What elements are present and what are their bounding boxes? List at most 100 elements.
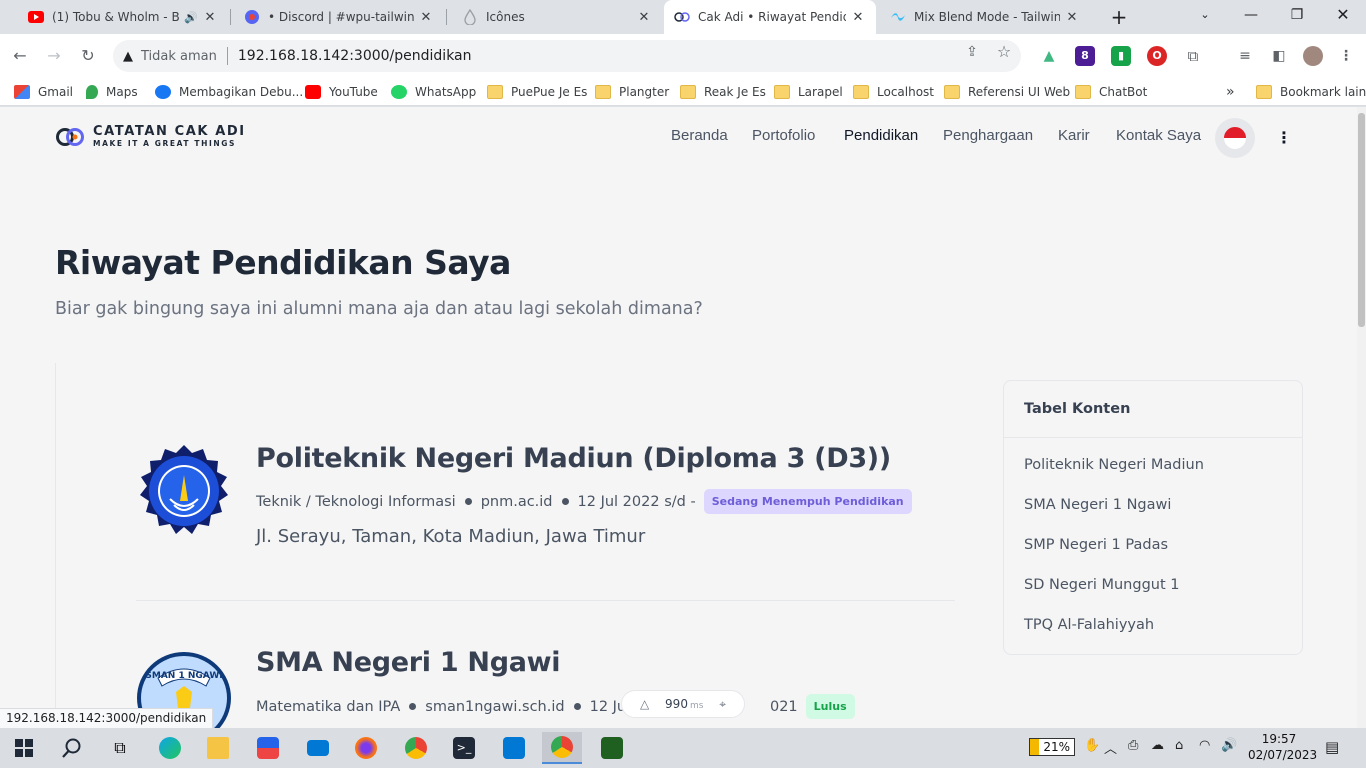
chrome-active-icon[interactable] xyxy=(542,732,582,764)
minimize-button[interactable]: — xyxy=(1228,0,1274,34)
entry-title[interactable]: SMA Negeri 1 Ngawi xyxy=(256,647,561,678)
tab-cak-adi[interactable]: Cak Adi • Riwayat Pendidikan ✕ xyxy=(664,0,876,34)
notification-center-icon[interactable]: ▤ xyxy=(1325,738,1339,756)
toc-item[interactable]: SMA Negeri 1 Ngawi xyxy=(1024,497,1171,513)
entry-title[interactable]: Politeknik Negeri Madiun (Diploma 3 (D3)… xyxy=(256,443,891,474)
network-device-icon[interactable]: ⌂ xyxy=(1175,738,1183,753)
nav-pendidikan[interactable]: Pendidikan xyxy=(844,127,918,144)
bookmark-folder-plangter[interactable]: Plangter xyxy=(595,82,669,102)
inspect-target-icon[interactable]: ⌖ xyxy=(719,697,726,712)
folder-icon xyxy=(774,85,790,99)
tab-search-icon[interactable]: ⌄ xyxy=(1182,0,1228,34)
firefox-icon[interactable] xyxy=(346,732,386,764)
side-panel-icon[interactable]: ◧ xyxy=(1269,46,1289,66)
tab-icones[interactable]: Icônes ✕ xyxy=(452,0,662,34)
nav-karir[interactable]: Karir xyxy=(1058,127,1090,144)
bookmark-folder-larapel[interactable]: Larapel xyxy=(774,82,843,102)
back-button[interactable]: ← xyxy=(6,42,34,70)
tab-discord[interactable]: • Discord | #wpu-tailwind | ✕ xyxy=(234,0,444,34)
media-control-icon[interactable]: ≡ xyxy=(1235,46,1255,66)
bookmark-folder-localhost[interactable]: Localhost xyxy=(853,82,934,102)
task-view-icon[interactable]: ⧉ xyxy=(100,732,140,764)
extensions-puzzle-icon[interactable]: ⧉ xyxy=(1183,46,1203,66)
page-scrollbar[interactable] xyxy=(1357,107,1366,728)
forward-button[interactable]: → xyxy=(40,42,68,70)
file-explorer-icon[interactable] xyxy=(198,732,238,764)
site-logo[interactable]: CATATAN CAK ADI MAKE IT A GREAT THINGS xyxy=(55,125,246,149)
bookmark-folder-reak[interactable]: Reak Je Es xyxy=(680,82,766,102)
other-bookmarks[interactable]: Bookmark lain xyxy=(1256,82,1366,102)
language-switcher[interactable] xyxy=(1215,118,1255,158)
close-tab-icon[interactable]: ✕ xyxy=(636,10,652,25)
nuxt-devtools-icon[interactable]: △ xyxy=(640,697,649,711)
maps-icon xyxy=(86,85,98,99)
bookmark-star-icon[interactable]: ☆ xyxy=(994,42,1014,62)
vscode-icon[interactable] xyxy=(494,732,534,764)
wifi-icon[interactable]: ◠ xyxy=(1199,738,1210,753)
opera-extension-icon[interactable]: O xyxy=(1147,46,1167,66)
edge-icon[interactable] xyxy=(150,732,190,764)
scrollbar-thumb[interactable] xyxy=(1358,113,1365,327)
extension-badge-icon[interactable]: 8 xyxy=(1075,46,1095,66)
cpu-meter-icon[interactable] xyxy=(592,732,632,764)
toc-item[interactable]: Politeknik Negeri Madiun xyxy=(1024,457,1204,473)
extension-green-icon[interactable]: ▮ xyxy=(1111,46,1131,66)
close-tab-icon[interactable]: ✕ xyxy=(418,10,434,25)
url-text[interactable]: 192.168.18.142:3000/pendidikan xyxy=(238,48,472,64)
toc-item[interactable]: SMP Negeri 1 Padas xyxy=(1024,537,1168,553)
speaker-icon[interactable]: 🔊 xyxy=(184,11,198,24)
dev-tools-pill[interactable]: △ 990 ms ⌖ xyxy=(621,690,745,718)
reload-button[interactable]: ↻ xyxy=(74,42,102,70)
mail-icon[interactable] xyxy=(298,732,338,764)
indonesia-flag-icon xyxy=(1223,126,1247,150)
share-icon[interactable]: ⇪ xyxy=(962,42,982,62)
toc-item[interactable]: SD Negeri Munggut 1 xyxy=(1024,577,1179,593)
whatsapp-icon xyxy=(391,85,407,99)
entry-period: 12 Jul 2022 s/d - xyxy=(577,493,696,510)
close-window-button[interactable]: ✕ xyxy=(1320,0,1366,34)
windows-start-icon[interactable] xyxy=(4,732,44,764)
nuxt-extension-icon[interactable]: ▲ xyxy=(1039,46,1059,66)
volume-icon[interactable]: 🔊 xyxy=(1221,738,1237,753)
insecure-label[interactable]: Tidak aman xyxy=(141,49,217,64)
terminal-icon[interactable]: >_ xyxy=(444,732,484,764)
close-tab-icon[interactable]: ✕ xyxy=(202,10,218,25)
bookmark-whatsapp[interactable]: WhatsApp xyxy=(391,82,476,102)
meet-now-icon[interactable]: ⎙ xyxy=(1128,738,1138,753)
tab-tailwind[interactable]: Mix Blend Mode - Tailwind ✕ xyxy=(880,0,1090,34)
nav-kontak-saya[interactable]: Kontak Saya xyxy=(1116,127,1201,144)
tab-strip: (1) Tobu & Wholm - Be 🔊 ✕ • Discord | #w… xyxy=(0,0,1366,34)
store-icon[interactable] xyxy=(248,732,288,764)
bookmark-folder-puepue[interactable]: PuePue Je Es xyxy=(487,82,587,102)
battery-indicator[interactable]: 21% xyxy=(1029,738,1075,756)
address-bar[interactable]: ▲ Tidak aman 192.168.18.142:3000/pendidi… xyxy=(113,40,1021,72)
warning-icon[interactable]: ▲ xyxy=(123,49,133,64)
search-icon[interactable] xyxy=(52,732,92,764)
onedrive-icon[interactable]: ☁ xyxy=(1151,738,1164,753)
tray-chevron-icon[interactable]: ︿ xyxy=(1104,738,1117,757)
profile-avatar[interactable] xyxy=(1303,46,1323,66)
more-options-icon[interactable]: ⋮ xyxy=(1276,127,1292,149)
bookmark-folder-referensi[interactable]: Referensi UI Web xyxy=(944,82,1070,102)
touch-icon[interactable]: ✋ xyxy=(1084,738,1100,753)
entry-website-link[interactable]: sman1ngawi.sch.id xyxy=(425,699,564,715)
entry-website-link[interactable]: pnm.ac.id xyxy=(481,494,553,510)
chrome-icon[interactable] xyxy=(396,732,436,764)
bookmark-maps[interactable]: Maps xyxy=(86,82,138,102)
bookmark-youtube[interactable]: YouTube xyxy=(305,82,378,102)
tab-youtube[interactable]: (1) Tobu & Wholm - Be 🔊 ✕ xyxy=(18,0,228,34)
more-bookmarks-button[interactable]: » xyxy=(1226,82,1235,102)
maximize-button[interactable]: ❐ xyxy=(1274,0,1320,34)
nav-portofolio[interactable]: Portofolio xyxy=(752,127,815,144)
new-tab-button[interactable]: + xyxy=(1105,4,1133,30)
close-tab-icon[interactable]: ✕ xyxy=(1064,10,1080,25)
toc-item[interactable]: TPQ Al-Falahiyyah xyxy=(1024,617,1154,633)
nav-penghargaan[interactable]: Penghargaan xyxy=(943,127,1033,144)
nav-beranda[interactable]: Beranda xyxy=(671,127,728,144)
browser-menu-icon[interactable]: ⋮ xyxy=(1336,46,1356,66)
bookmark-facebook[interactable]: Membagikan Debu... xyxy=(155,82,303,102)
bookmark-gmail[interactable]: Gmail xyxy=(14,82,73,102)
system-clock[interactable]: 19:57 02/07/2023 xyxy=(1248,731,1317,763)
bookmark-folder-chatbot[interactable]: ChatBot xyxy=(1075,82,1147,102)
close-tab-icon[interactable]: ✕ xyxy=(850,10,866,25)
